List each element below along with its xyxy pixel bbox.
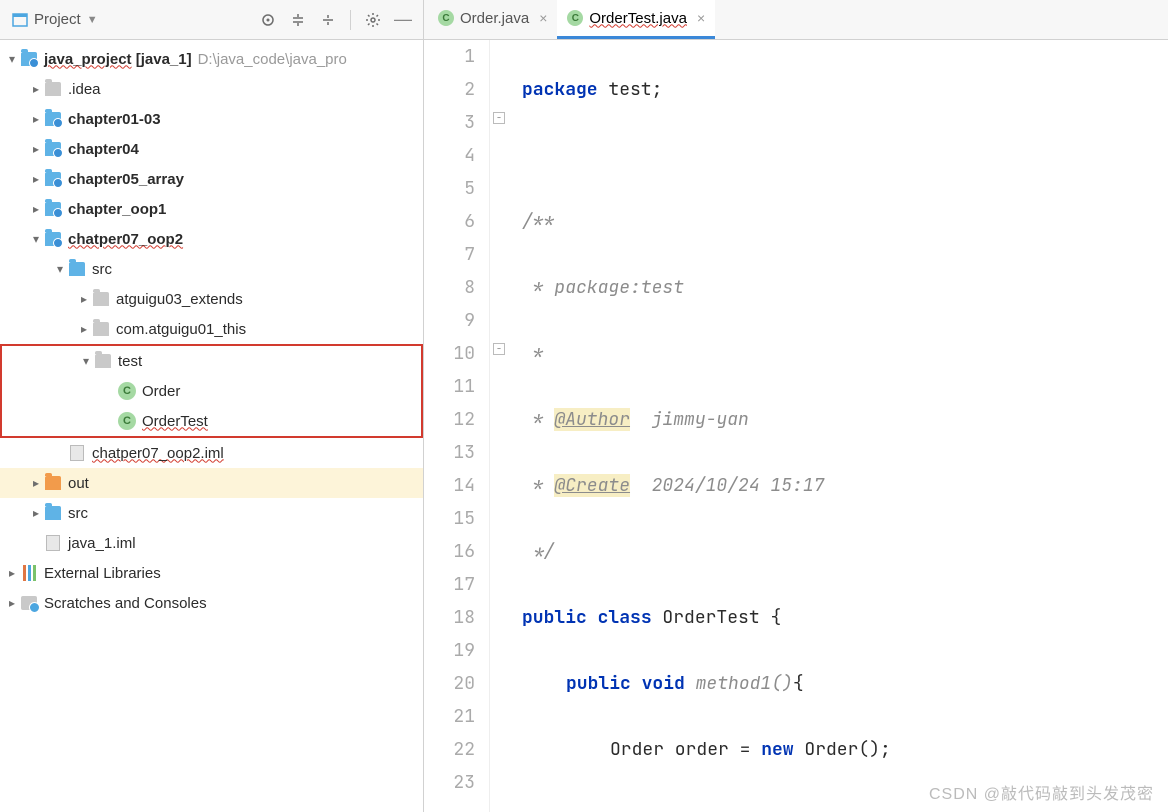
tree-item-class-ordertest[interactable]: COrderTest (2, 406, 421, 436)
source-folder-icon (45, 506, 61, 520)
library-icon (23, 565, 36, 581)
module-folder-icon (45, 202, 61, 216)
tree-item-ch01[interactable]: ▸chapter01-03 (0, 104, 423, 134)
code-content[interactable]: package test; /** * package:test * * @Au… (510, 40, 1168, 812)
chevron-right-icon[interactable]: ▸ (4, 566, 20, 580)
sidebar-toolbar: Project ▼ — (0, 0, 423, 40)
editor-tabs: C Order.java × C OrderTest.java × (424, 0, 1168, 40)
iml-file-icon (46, 535, 60, 551)
module-folder-icon (21, 52, 37, 66)
tree-item-external-libs[interactable]: ▸External Libraries (0, 558, 423, 588)
chevron-right-icon[interactable]: ▸ (28, 82, 44, 96)
tree-item-scratches[interactable]: ▸Scratches and Consoles (0, 588, 423, 618)
tab-ordertest[interactable]: C OrderTest.java × (557, 0, 715, 39)
expand-all-button[interactable] (286, 8, 310, 32)
line-gutter: 1234567891011121314151617181920212223 (424, 40, 490, 812)
module-name: [java_1] (136, 51, 192, 68)
watermark: CSDN @敲代码敲到头发茂密 (929, 780, 1154, 804)
folder-icon (45, 82, 61, 96)
tree-item-iml2[interactable]: java_1.iml (0, 528, 423, 558)
tree-item-class-order[interactable]: COrder (2, 376, 421, 406)
class-icon: C (567, 10, 583, 26)
chevron-right-icon[interactable]: ▸ (28, 506, 44, 520)
tab-label: OrderTest.java (589, 10, 687, 27)
scratch-icon (21, 596, 37, 610)
close-icon[interactable]: × (539, 10, 547, 26)
module-folder-icon (45, 172, 61, 186)
package-icon (93, 292, 109, 306)
project-icon (12, 12, 28, 28)
close-icon[interactable]: × (697, 10, 705, 26)
project-sidebar: Project ▼ — ▾ java_project [java_1] D:\j… (0, 0, 424, 812)
package-icon (95, 354, 111, 368)
settings-button[interactable] (361, 8, 385, 32)
tab-order[interactable]: C Order.java × (428, 0, 557, 39)
chevron-right-icon[interactable]: ▸ (28, 142, 44, 156)
module-folder-icon (45, 142, 61, 156)
class-icon: C (118, 412, 136, 430)
chevron-right-icon[interactable]: ▸ (28, 202, 44, 216)
package-icon (93, 322, 109, 336)
tree-item-src2[interactable]: ▸src (0, 498, 423, 528)
chevron-right-icon[interactable]: ▸ (28, 476, 44, 490)
highlighted-test-package: ▾test COrder COrderTest (0, 344, 423, 438)
tree-root[interactable]: ▾ java_project [java_1] D:\java_code\jav… (0, 44, 423, 74)
tree-item-oop2[interactable]: ▾chatper07_oop2 (0, 224, 423, 254)
excluded-folder-icon (45, 476, 61, 490)
fold-toggle-icon[interactable]: − (493, 343, 505, 355)
fold-toggle-icon[interactable]: − (493, 112, 505, 124)
chevron-down-icon[interactable]: ▾ (52, 262, 68, 276)
tree-item-iml[interactable]: chatper07_oop2.iml (0, 438, 423, 468)
chevron-down-icon: ▼ (87, 14, 98, 26)
iml-file-icon (70, 445, 84, 461)
project-path: D:\java_code\java_pro (198, 51, 347, 68)
chevron-down-icon[interactable]: ▾ (28, 232, 44, 246)
select-opened-file-button[interactable] (256, 8, 280, 32)
project-dropdown[interactable]: Project ▼ (12, 11, 98, 28)
chevron-right-icon[interactable]: ▸ (76, 322, 92, 336)
chevron-down-icon[interactable]: ▾ (4, 52, 20, 66)
module-folder-icon (45, 232, 61, 246)
tree-item-pkg-this[interactable]: ▸com.atguigu01_this (0, 314, 423, 344)
tree-item-ch04[interactable]: ▸chapter04 (0, 134, 423, 164)
project-name: java_project (44, 51, 132, 68)
code-editor[interactable]: 1234567891011121314151617181920212223 − … (424, 40, 1168, 812)
tree-item-ch05[interactable]: ▸chapter05_array (0, 164, 423, 194)
chevron-right-icon[interactable]: ▸ (28, 172, 44, 186)
gear-icon (365, 12, 381, 28)
class-icon: C (438, 10, 454, 26)
hide-button[interactable]: — (391, 8, 415, 32)
project-tree[interactable]: ▾ java_project [java_1] D:\java_code\jav… (0, 40, 423, 812)
collapse-all-button[interactable] (316, 8, 340, 32)
module-folder-icon (45, 112, 61, 126)
chevron-right-icon[interactable]: ▸ (28, 112, 44, 126)
chevron-down-icon[interactable]: ▾ (78, 354, 94, 368)
tree-item-oop1[interactable]: ▸chapter_oop1 (0, 194, 423, 224)
tab-label: Order.java (460, 10, 529, 27)
editor-area: C Order.java × C OrderTest.java × 123456… (424, 0, 1168, 812)
fold-gutter: − − (490, 40, 510, 812)
tree-item-idea[interactable]: ▸.idea (0, 74, 423, 104)
class-icon: C (118, 382, 136, 400)
tree-item-src[interactable]: ▾src (0, 254, 423, 284)
tree-item-pkg-test[interactable]: ▾test (2, 346, 421, 376)
chevron-right-icon[interactable]: ▸ (76, 292, 92, 306)
tree-item-pkg-extends[interactable]: ▸atguigu03_extends (0, 284, 423, 314)
chevron-right-icon[interactable]: ▸ (4, 596, 20, 610)
project-title: Project (34, 11, 81, 28)
source-folder-icon (69, 262, 85, 276)
tree-item-out[interactable]: ▸out (0, 468, 423, 498)
